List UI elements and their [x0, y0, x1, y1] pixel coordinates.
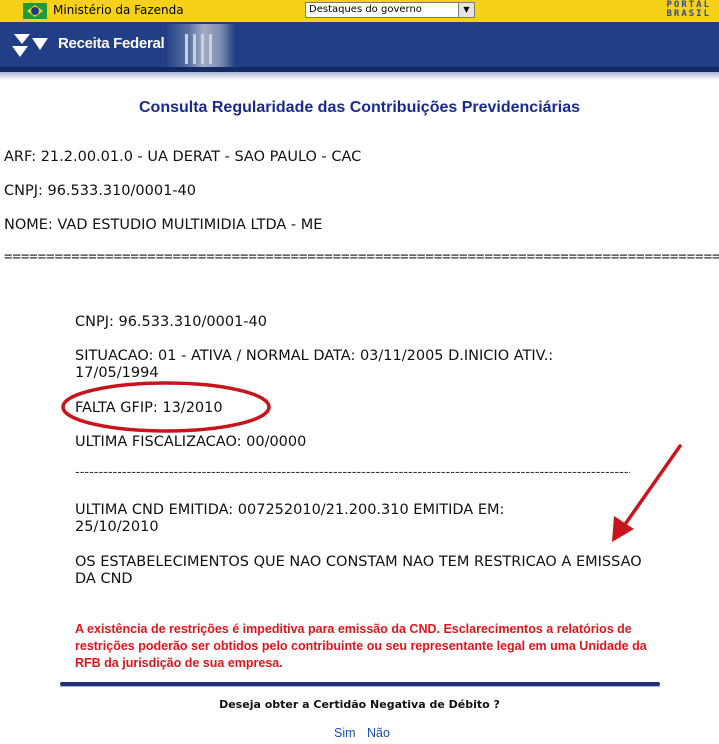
highlight-ellipse [61, 381, 271, 433]
pointer-arrow-head [612, 516, 634, 542]
annotation-overlay [61, 381, 682, 542]
pointer-arrow-shaft [624, 444, 682, 525]
